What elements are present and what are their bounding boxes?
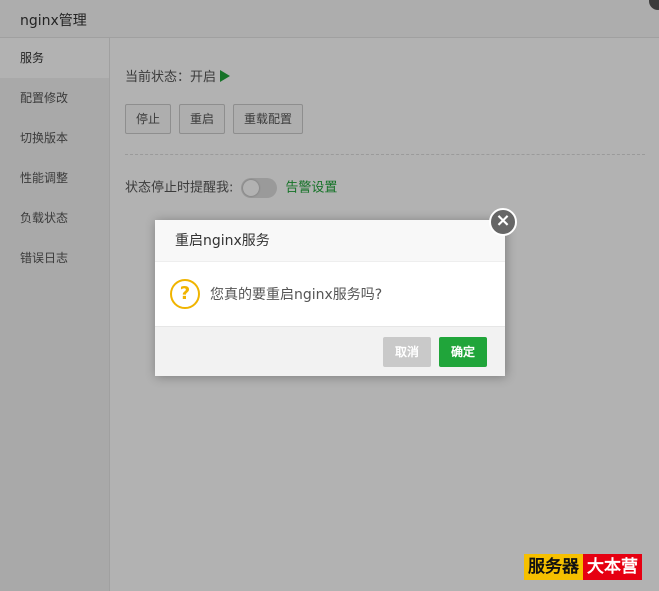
dialog-close-icon[interactable]: × <box>489 208 517 236</box>
restart-confirm-dialog: 重启nginx服务 ? 您真的要重启nginx服务吗? 取消 确定 <box>155 220 505 376</box>
dialog-footer: 取消 确定 <box>155 326 505 376</box>
watermark-part1: 服务器 <box>524 554 583 580</box>
watermark-logo: 服务器 大本营 <box>524 554 642 580</box>
dialog-message: 您真的要重启nginx服务吗? <box>210 287 383 303</box>
dialog-body: ? 您真的要重启nginx服务吗? <box>155 262 505 326</box>
watermark-part2: 大本营 <box>583 554 642 580</box>
confirm-button[interactable]: 确定 <box>439 337 488 367</box>
cancel-button[interactable]: 取消 <box>383 337 432 367</box>
question-icon: ? <box>170 279 200 309</box>
dialog-title: 重启nginx服务 <box>155 220 505 262</box>
